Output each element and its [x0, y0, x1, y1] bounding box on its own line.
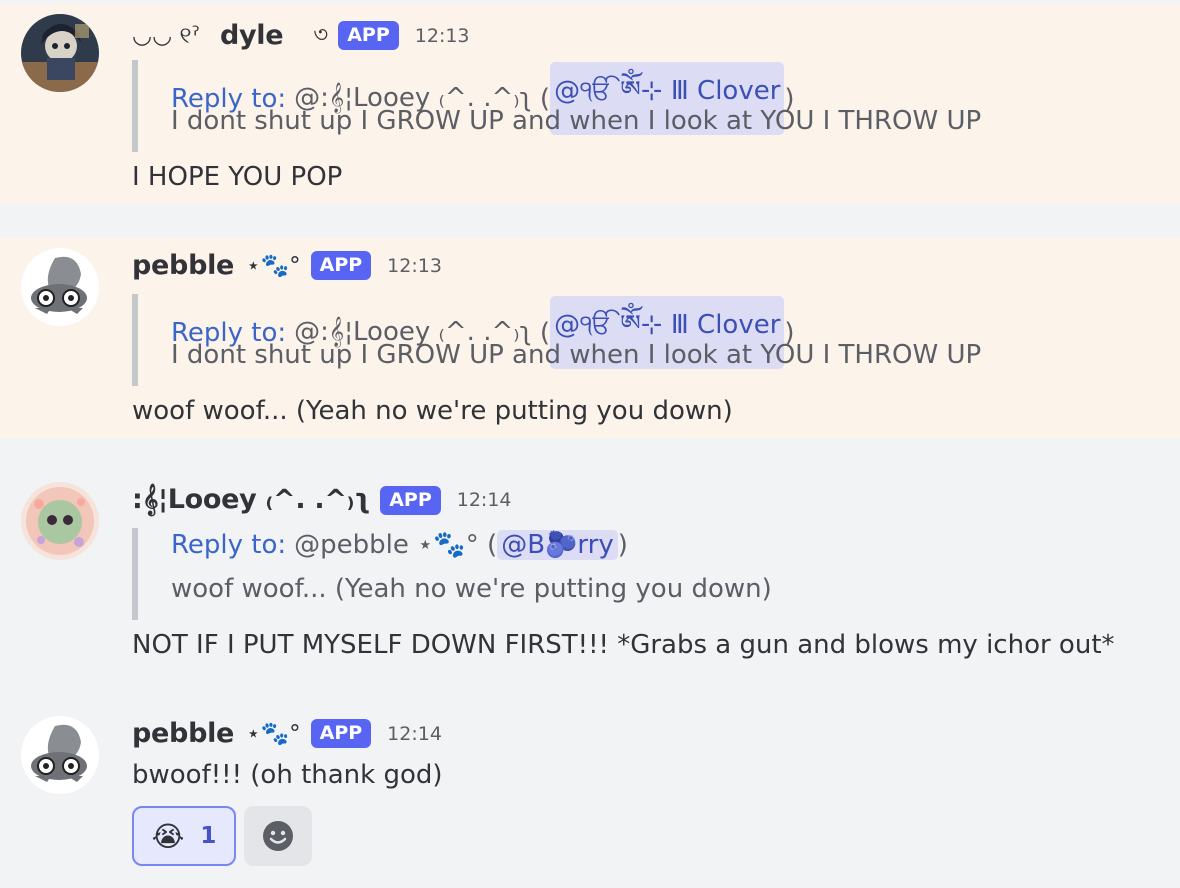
timestamp[interactable]: 12:13	[415, 25, 470, 47]
message-looey[interactable]: :𝄞¦Looey ₍^. .^₎ʅ APP 12:14 Reply to: @p…	[0, 472, 1180, 682]
username-suffix-decoration: ৩	[313, 22, 329, 48]
app-badge: APP	[380, 485, 441, 515]
reply-author[interactable]: @pebble ⋆🐾°	[294, 530, 479, 560]
ping-open-paren: (	[478, 530, 498, 560]
message-pebble[interactable]: pebble ⋆🐾° APP 12:13 Reply to: @:𝄞¦Looey…	[0, 238, 1180, 438]
username-prefix-decoration: ◡◡ ୧ˀ	[132, 22, 200, 49]
reply-mention[interactable]: @B🫐rry	[497, 530, 618, 560]
avatar-looey-image	[21, 482, 99, 560]
reply-text: I dont shut up I GROW UP and when I look…	[171, 106, 982, 136]
avatar-pebble-image	[21, 248, 99, 326]
message-header: pebble ⋆🐾° APP 12:14	[132, 718, 442, 749]
message-header: ◡◡ ୧ˀ dyle ৩ APP 12:13	[132, 16, 470, 55]
add-reaction-button[interactable]	[244, 806, 312, 866]
reply-to-label: Reply to:	[171, 530, 287, 560]
message-header: :𝄞¦Looey ₍^. .^₎ʅ APP 12:14	[132, 484, 512, 516]
timestamp[interactable]: 12:14	[457, 489, 512, 511]
reply-text: woof woof... (Yeah no we're putting you …	[171, 574, 772, 604]
avatar-pebble-image	[21, 716, 99, 794]
smiley-add-reaction-icon	[263, 821, 293, 851]
app-badge: APP	[310, 251, 372, 280]
username[interactable]: dyle	[220, 20, 284, 51]
username[interactable]: :𝄞¦Looey ₍^. .^₎ʅ	[132, 484, 370, 516]
timestamp[interactable]: 12:14	[387, 723, 442, 745]
message-pebble-2[interactable]: pebble ⋆🐾° APP 12:14 bwoof!!! (oh thank …	[0, 706, 1180, 888]
reply-preview[interactable]: Reply to: @:𝄞¦Looey ₍^. .^₎ʅ ( @ੴ ༀ⊹ Ⅲ C…	[132, 294, 981, 386]
reply-text: I dont shut up I GROW UP and when I look…	[171, 340, 982, 370]
avatar-dyle[interactable]	[21, 14, 99, 92]
loudly-crying-emoji-icon: 😭	[151, 819, 185, 853]
username[interactable]: pebble	[132, 718, 234, 749]
reply-header: Reply to: @pebble ⋆🐾° ( @B🫐rry )	[171, 530, 628, 560]
avatar-pebble[interactable]	[21, 248, 99, 326]
message-text: NOT IF I PUT MYSELF DOWN FIRST!!! *Grabs…	[132, 630, 1115, 660]
timestamp[interactable]: 12:13	[387, 255, 442, 277]
app-badge: APP	[310, 719, 372, 748]
message-header: pebble ⋆🐾° APP 12:13	[132, 250, 442, 281]
ping-close-paren: )	[617, 530, 628, 560]
message-text: woof woof... (Yeah no we're putting you …	[132, 396, 733, 426]
message-dyle[interactable]: ◡◡ ୧ˀ dyle ৩ APP 12:13 Reply to: @:𝄞¦Loo…	[0, 4, 1180, 204]
avatar-looey[interactable]	[21, 482, 99, 560]
reply-preview[interactable]: Reply to: @pebble ⋆🐾° ( @B🫐rry ) woof wo…	[132, 528, 772, 620]
reaction-loudly-crying[interactable]: 😭 1	[132, 806, 236, 866]
avatar-dyle-image	[21, 14, 99, 92]
reaction-count: 1	[200, 823, 217, 849]
username-suffix-decoration: ⋆🐾°	[246, 721, 301, 747]
avatar-pebble[interactable]	[21, 716, 99, 794]
app-badge: APP	[338, 21, 399, 50]
message-text: bwoof!!! (oh thank god)	[132, 760, 443, 790]
message-text: I HOPE YOU POP	[132, 162, 343, 192]
username-suffix-decoration: ⋆🐾°	[246, 253, 301, 279]
reply-preview[interactable]: Reply to: @:𝄞¦Looey ₍^. .^₎ʅ ( @ੴ ༀ⊹ Ⅲ C…	[132, 60, 981, 152]
username[interactable]: pebble	[132, 250, 234, 281]
